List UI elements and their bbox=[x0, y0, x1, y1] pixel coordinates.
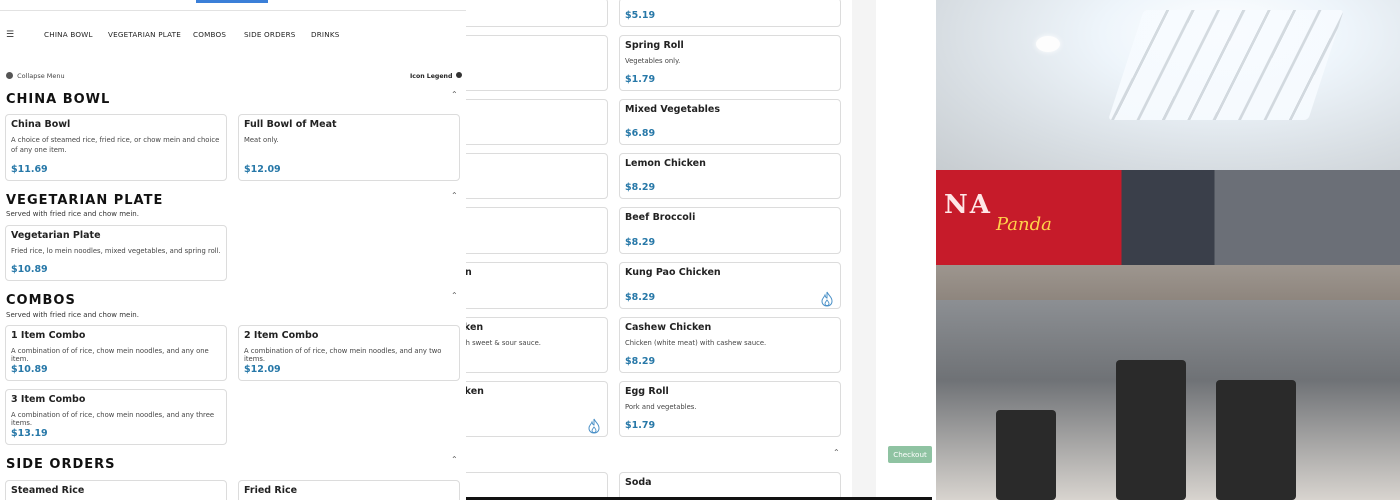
collapse-menu-label: Collapse Menu bbox=[17, 72, 65, 80]
price: $8.29 bbox=[625, 292, 656, 303]
category-nav: ☰ CHINA BOWL VEGETARIAN PLATE COMBOS SID… bbox=[0, 27, 466, 45]
item-name: Fried Rice bbox=[244, 485, 298, 496]
menu-card[interactable]: Beef Broccoli $8.29 bbox=[619, 207, 841, 254]
nav-drinks[interactable]: DRINKS bbox=[311, 30, 340, 39]
collapse-section-icon[interactable]: ⌃ bbox=[451, 455, 458, 464]
item-name: Lemon Chicken bbox=[625, 158, 706, 169]
price: $12.09 bbox=[244, 364, 281, 375]
chair bbox=[1116, 360, 1186, 500]
menu-card[interactable]: Soda bbox=[619, 472, 841, 500]
nav-vegetarian-plate[interactable]: VEGETARIAN PLATE bbox=[108, 30, 181, 39]
item-description-partial: th sweet & sour sauce. bbox=[463, 339, 541, 347]
section-title-combos: COMBOS bbox=[6, 293, 76, 308]
collapse-section-icon[interactable]: ⌃ bbox=[451, 291, 458, 300]
item-description: Meat only. bbox=[244, 136, 279, 144]
item-name: Steamed Rice bbox=[11, 485, 85, 496]
item-name: Kung Pao Chicken bbox=[625, 267, 721, 278]
item-name: Spring Roll bbox=[625, 40, 684, 51]
item-description: A combination of of rice, chow mein nood… bbox=[11, 347, 209, 363]
price: $8.29 bbox=[625, 237, 656, 248]
price: $11.69 bbox=[11, 164, 48, 175]
menu-card[interactable]: Cashew Chicken Chicken (white meat) with… bbox=[619, 317, 841, 373]
collapse-section-icon[interactable]: ⌃ bbox=[451, 90, 458, 99]
item-name-partial: n bbox=[465, 267, 472, 278]
list-menu-icon[interactable]: ☰ bbox=[6, 30, 14, 40]
store-sign: NA bbox=[944, 190, 992, 220]
menu-card[interactable]: Lemon Chicken $8.29 bbox=[619, 153, 841, 199]
nav-china-bowl[interactable]: CHINA BOWL bbox=[44, 30, 93, 39]
ceiling-lamp bbox=[1036, 36, 1060, 52]
item-name: Cashew Chicken bbox=[625, 322, 712, 333]
menu-card-3-item-combo[interactable]: 3 Item Combo A combination of of rice, c… bbox=[5, 389, 227, 445]
section-title-side-orders: SIDE ORDERS bbox=[6, 457, 116, 472]
price: $10.89 bbox=[11, 264, 48, 275]
item-name: 3 Item Combo bbox=[11, 394, 86, 405]
collapse-section-icon[interactable]: ⌃ bbox=[451, 191, 458, 200]
item-name: 1 Item Combo bbox=[11, 330, 86, 341]
collapse-circle-icon bbox=[6, 72, 13, 79]
nav-side-orders[interactable]: SIDE ORDERS bbox=[244, 30, 296, 39]
price: $8.29 bbox=[625, 182, 656, 193]
chair bbox=[996, 410, 1056, 500]
item-description: A combination of of rice, chow mein nood… bbox=[244, 347, 442, 363]
item-name: Soda bbox=[625, 477, 652, 488]
menu-card-fried-rice[interactable]: Fried Rice bbox=[238, 480, 460, 500]
icon-legend-label: Icon Legend bbox=[410, 73, 453, 80]
item-description: Fried rice, lo mein noodles, mixed veget… bbox=[11, 247, 221, 255]
menu-card[interactable]: Mixed Vegetables $6.89 bbox=[619, 99, 841, 145]
menu-card-2-item-combo[interactable]: 2 Item Combo A combination of of rice, c… bbox=[238, 325, 460, 381]
section-title-china-bowl: CHINA BOWL bbox=[6, 92, 111, 107]
menu-card-steamed-rice[interactable]: Steamed Rice bbox=[5, 480, 227, 500]
item-description: A combination of of rice, chow mein nood… bbox=[11, 411, 215, 427]
item-description: Pork and vegetables. bbox=[625, 403, 697, 411]
collapse-section-icon[interactable]: ⌃ bbox=[833, 448, 840, 457]
item-name: Egg Roll bbox=[625, 386, 669, 397]
loading-progress-bar bbox=[196, 0, 268, 3]
item-description: Vegetables only. bbox=[625, 57, 681, 65]
item-description: Chicken (white meat) with cashew sauce. bbox=[625, 339, 767, 347]
nav-combos[interactable]: COMBOS bbox=[193, 30, 226, 39]
mall-food-court-photo: NA Panda bbox=[936, 0, 1400, 500]
price: $10.89 bbox=[11, 364, 48, 375]
item-description: A choice of steamed rice, fried rice, or… bbox=[11, 136, 220, 154]
menu-card-vegetarian-plate[interactable]: Vegetarian Plate Fried rice, lo mein noo… bbox=[5, 225, 227, 281]
section-title-vegetarian-plate: VEGETARIAN PLATE bbox=[6, 193, 164, 208]
section-subtitle: Served with fried rice and chow mein. bbox=[6, 311, 139, 319]
menu-card-full-bowl-meat[interactable]: Full Bowl of Meat Meat only. $12.09 bbox=[238, 114, 460, 181]
price: $13.19 bbox=[11, 428, 48, 439]
price: $1.79 bbox=[625, 74, 656, 85]
item-name: Vegetarian Plate bbox=[11, 230, 101, 241]
item-name: Mixed Vegetables bbox=[625, 104, 721, 115]
item-name: 2 Item Combo bbox=[244, 330, 319, 341]
section-subtitle: Served with fried rice and chow mein. bbox=[6, 210, 139, 218]
menu-card[interactable]: $5.19 bbox=[619, 0, 841, 27]
price: $12.09 bbox=[244, 164, 281, 175]
item-name: Full Bowl of Meat bbox=[244, 119, 337, 130]
item-name: Beef Broccoli bbox=[625, 212, 696, 223]
price: $8.29 bbox=[625, 356, 656, 367]
price: $5.19 bbox=[625, 10, 656, 21]
item-name: China Bowl bbox=[11, 119, 71, 130]
top-divider bbox=[0, 10, 466, 11]
price: $1.79 bbox=[625, 420, 656, 431]
price: $6.89 bbox=[625, 128, 656, 139]
info-icon bbox=[455, 72, 462, 78]
skylight bbox=[1108, 10, 1344, 120]
menu-card-1-item-combo[interactable]: 1 Item Combo A combination of of rice, c… bbox=[5, 325, 227, 381]
spicy-flame-icon bbox=[588, 418, 600, 434]
spicy-flame-icon bbox=[821, 291, 833, 307]
menu-card-china-bowl[interactable]: China Bowl A choice of steamed rice, fri… bbox=[5, 114, 227, 181]
side-menu-overlay: ☰ CHINA BOWL VEGETARIAN PLATE COMBOS SID… bbox=[0, 0, 466, 500]
checkout-button[interactable]: Checkout bbox=[888, 446, 932, 463]
page-scroll-gutter bbox=[852, 0, 876, 500]
menu-card[interactable]: Egg Roll Pork and vegetables. $1.79 bbox=[619, 381, 841, 437]
chair bbox=[1216, 380, 1296, 500]
store-sign-script: Panda bbox=[996, 214, 1052, 235]
collapse-menu-button[interactable]: Collapse Menu bbox=[6, 72, 65, 80]
icon-legend-button[interactable]: Icon Legend bbox=[410, 72, 462, 80]
menu-card[interactable]: Kung Pao Chicken $8.29 bbox=[619, 262, 841, 309]
menu-card[interactable]: Spring Roll Vegetables only. $1.79 bbox=[619, 35, 841, 91]
